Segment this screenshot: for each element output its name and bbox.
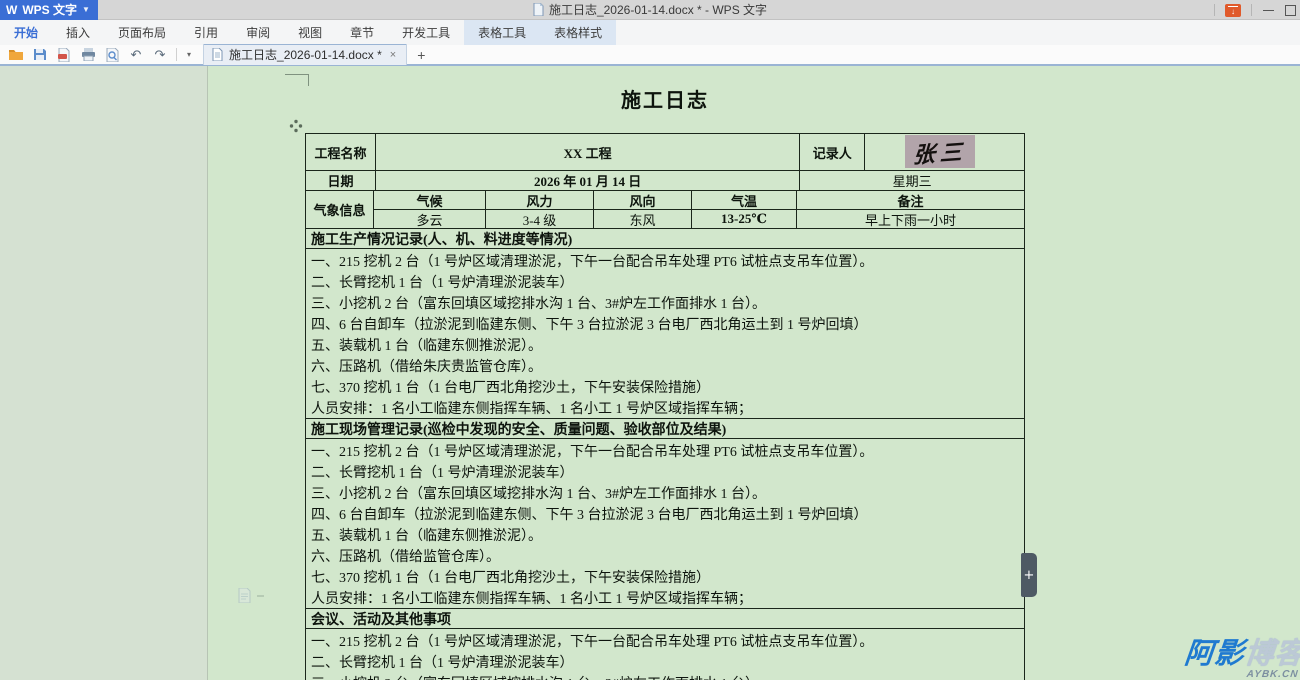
log-line[interactable]: 七、370 挖机 1 台（1 台电厂西北角挖沙土，下午安装保险措施） — [311, 568, 1020, 589]
tab-table-style[interactable]: 表格样式 — [540, 20, 616, 45]
print-icon[interactable] — [78, 46, 98, 63]
export-pdf-icon[interactable] — [54, 46, 74, 63]
tab-review[interactable]: 审阅 — [232, 20, 284, 45]
log-line[interactable]: 四、6 台自卸车（拉淤泥到临建东侧、下午 3 台拉淤泥 3 台电厂西北角运土到 … — [311, 315, 1020, 336]
weather-header-remark[interactable]: 备注 — [797, 191, 1024, 210]
minimize-button[interactable] — [1262, 4, 1275, 17]
weather-label[interactable]: 气象信息 — [306, 191, 374, 229]
log-line[interactable]: 三、小挖机 2 台（富东回填区域挖排水沟 1 台、3#炉左工作面排水 1 台）。 — [311, 674, 1020, 680]
watermark-name-primary: 阿影 — [1183, 638, 1246, 670]
section-1-header[interactable]: 施工生产情况记录(人、机、料进度等情况) — [306, 229, 1025, 249]
margin-dash — [257, 595, 264, 597]
document-icon — [533, 3, 544, 16]
wps-app-button[interactable]: W WPS 文字 ▼ — [0, 0, 98, 20]
table-move-handle-icon[interactable] — [289, 119, 303, 133]
watermark-name-secondary: 博客 — [1243, 638, 1300, 670]
titlebar-separator — [1251, 4, 1252, 16]
section-3-header[interactable]: 会议、活动及其他事项 — [306, 609, 1025, 629]
weather-header-wind-direction[interactable]: 风向 — [594, 191, 692, 210]
weather-header-wind-force[interactable]: 风力 — [486, 191, 594, 210]
log-line[interactable]: 二、长臂挖机 1 台（1 号炉清理淤泥装车） — [311, 463, 1020, 484]
tab-page-layout[interactable]: 页面布局 — [104, 20, 180, 45]
watermark: 阿影博客 AYBK.CN — [1182, 640, 1300, 680]
tab-home[interactable]: 开始 — [0, 20, 52, 45]
tab-section[interactable]: 章节 — [336, 20, 388, 45]
maximize-button[interactable] — [1285, 5, 1296, 16]
titlebar: W WPS 文字 ▼ 施工日志_2026-01-14.docx * - WPS … — [0, 0, 1300, 20]
date-value[interactable]: 2026 年 01 月 14 日 — [376, 171, 800, 191]
wps-update-icon[interactable] — [1225, 4, 1241, 17]
log-line[interactable]: 五、装载机 1 台（临建东侧推淤泥）。 — [311, 526, 1020, 547]
print-preview-icon[interactable] — [102, 46, 122, 63]
tab-table-tools[interactable]: 表格工具 — [464, 20, 540, 45]
project-name-value[interactable]: XX 工程 — [376, 134, 800, 171]
quick-icons: ↶ ↷ ▾ — [0, 46, 195, 63]
window-title: 施工日志_2026-01-14.docx * - WPS 文字 — [549, 1, 767, 18]
weather-value-wind-force[interactable]: 3-4 级 — [486, 210, 594, 229]
toolbar-separator — [176, 48, 177, 61]
signature-text: 张三 — [913, 134, 968, 169]
tab-close-icon[interactable]: × — [388, 49, 398, 61]
tab-view[interactable]: 视图 — [284, 20, 336, 45]
table-side-add-handle[interactable]: + — [1021, 553, 1037, 597]
quick-access-toolbar: ↶ ↷ ▾ 施工日志_2026-01-14.docx * × + — [0, 45, 1300, 66]
tab-references[interactable]: 引用 — [180, 20, 232, 45]
log-line[interactable]: 三、小挖机 2 台（富东回填区域挖排水沟 1 台、3#炉左工作面排水 1 台）。 — [311, 484, 1020, 505]
section-1-content[interactable]: 一、215 挖机 2 台（1 号炉区域清理淤泥，下午一台配合吊车处理 PT6 试… — [306, 249, 1025, 419]
watermark-url: AYBK.CN — [1182, 670, 1300, 680]
log-line[interactable]: 二、长臂挖机 1 台（1 号炉清理淤泥装车） — [311, 273, 1020, 294]
section-2-content[interactable]: 一、215 挖机 2 台（1 号炉区域清理淤泥，下午一台配合吊车处理 PT6 试… — [306, 439, 1025, 609]
log-line[interactable]: 人员安排：1 名小工临建东侧指挥车辆、1 名小工 1 号炉区域指挥车辆； — [311, 399, 1020, 419]
section-3-content[interactable]: 一、215 挖机 2 台（1 号炉区域清理淤泥，下午一台配合吊车处理 PT6 试… — [306, 629, 1025, 680]
weather-value-remark[interactable]: 早上下雨一小时 — [797, 210, 1024, 229]
weather-value-climate[interactable]: 多云 — [374, 210, 486, 229]
log-line[interactable]: 七、370 挖机 1 台（1 台电厂西北角挖沙土，下午安装保险措施） — [311, 378, 1020, 399]
log-line[interactable]: 一、215 挖机 2 台（1 号炉区域清理淤泥，下午一台配合吊车处理 PT6 试… — [311, 252, 1020, 273]
document-canvas[interactable]: 施工日志 工程名称 XX 工程 记录人 张三 — [0, 66, 1300, 680]
section-2-header[interactable]: 施工现场管理记录(巡检中发现的安全、质量问题、验收部位及结果) — [306, 419, 1025, 439]
open-folder-icon[interactable] — [6, 46, 26, 63]
window-title-area: 施工日志_2026-01-14.docx * - WPS 文字 — [0, 1, 1300, 18]
project-name-label[interactable]: 工程名称 — [306, 134, 376, 171]
window-controls — [1214, 0, 1296, 20]
wps-app-label: WPS 文字 — [22, 1, 77, 18]
undo-icon[interactable]: ↶ — [126, 46, 146, 63]
wps-window: W WPS 文字 ▼ 施工日志_2026-01-14.docx * - WPS … — [0, 0, 1300, 680]
log-line[interactable]: 一、215 挖机 2 台（1 号炉区域清理淤泥，下午一台配合吊车处理 PT6 试… — [311, 632, 1020, 653]
log-line[interactable]: 六、压路机（借给朱庆贵监管仓库）。 — [311, 357, 1020, 378]
tab-file-icon — [212, 48, 223, 61]
construction-log-table[interactable]: 工程名称 XX 工程 记录人 张三 日期 2026 年 01 月 14 日 星期… — [305, 133, 1025, 680]
document-title[interactable]: 施工日志 — [305, 84, 1025, 113]
log-line[interactable]: 一、215 挖机 2 台（1 号炉区域清理淤泥，下午一台配合吊车处理 PT6 试… — [311, 442, 1020, 463]
log-line[interactable]: 五、装载机 1 台（临建东侧推淤泥）。 — [311, 336, 1020, 357]
new-tab-button[interactable]: + — [407, 47, 435, 63]
redo-icon[interactable]: ↷ — [150, 46, 170, 63]
recorder-cell[interactable]: 张三 — [865, 134, 1025, 171]
log-line[interactable]: 六、压路机（借给监管仓库）。 — [311, 547, 1020, 568]
log-line[interactable]: 四、6 台自卸车（拉淤泥到临建东侧、下午 3 台拉淤泥 3 台电厂西北角运土到 … — [311, 505, 1020, 526]
weather-header-temperature[interactable]: 气温 — [692, 191, 797, 210]
tab-insert[interactable]: 插入 — [52, 20, 104, 45]
save-icon[interactable] — [30, 46, 50, 63]
log-line[interactable]: 三、小挖机 2 台（富东回填区域挖排水沟 1 台、3#炉左工作面排水 1 台）。 — [311, 294, 1020, 315]
titlebar-separator — [1214, 4, 1215, 16]
weather-value-temperature[interactable]: 13-25℃ — [692, 210, 797, 229]
weather-value-wind-direction[interactable]: 东风 — [594, 210, 692, 229]
chevron-down-icon: ▼ — [82, 5, 90, 14]
weather-header-climate[interactable]: 气候 — [374, 191, 486, 210]
document-tab[interactable]: 施工日志_2026-01-14.docx * × — [203, 44, 407, 65]
toolbar-dropdown-icon[interactable]: ▾ — [183, 50, 195, 59]
log-line[interactable]: 人员安排：1 名小工临建东侧指挥车辆、1 名小工 1 号炉区域指挥车辆； — [311, 589, 1020, 609]
date-label[interactable]: 日期 — [306, 171, 376, 191]
log-line[interactable]: 二、长臂挖机 1 台（1 号炉清理淤泥装车） — [311, 653, 1020, 674]
weekday-value[interactable]: 星期三 — [800, 171, 1025, 191]
recorder-label[interactable]: 记录人 — [800, 134, 865, 171]
tab-developer[interactable]: 开发工具 — [388, 20, 464, 45]
wps-logo-icon: W — [6, 3, 17, 17]
signature-image[interactable]: 张三 — [905, 135, 975, 168]
margin-page-icon[interactable] — [238, 588, 264, 603]
ribbon-tab-bar: 开始 插入 页面布局 引用 审阅 视图 章节 开发工具 表格工具 表格样式 — [0, 20, 1300, 45]
document-tab-label: 施工日志_2026-01-14.docx * — [229, 46, 382, 63]
